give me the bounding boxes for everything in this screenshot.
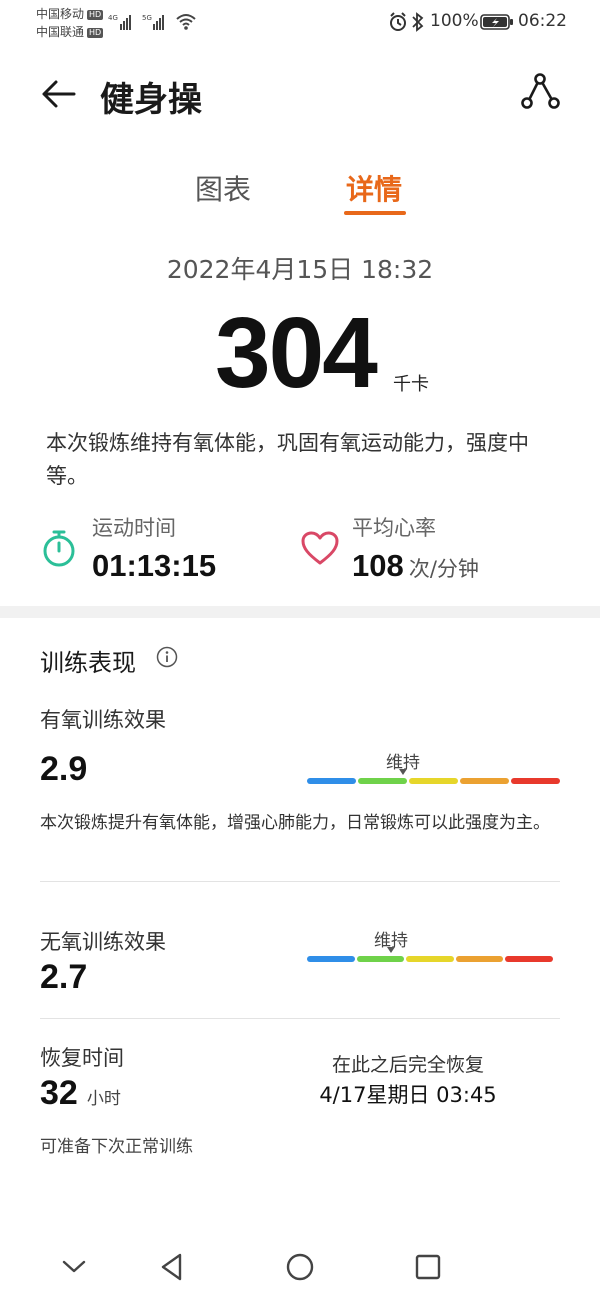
- nav-collapse-button[interactable]: [58, 1250, 90, 1282]
- battery-percent: 100%: [430, 11, 479, 31]
- recovery-readout: 32 小时: [40, 1074, 121, 1113]
- nav-back-button[interactable]: [156, 1250, 188, 1284]
- aerobic-description: 本次锻炼提升有氧体能，增强心肺能力，日常锻炼可以此强度为主。: [40, 813, 550, 833]
- calories-value: 304: [215, 297, 378, 409]
- route-button[interactable]: [518, 72, 562, 112]
- info-icon[interactable]: [156, 646, 178, 668]
- triangle-back-icon: [161, 1253, 182, 1281]
- heart-rate-unit: 次/分钟: [408, 557, 479, 581]
- net-label-1: 4G: [108, 14, 118, 22]
- aerobic-gauge: [307, 778, 560, 784]
- gauge-segment-red: [505, 956, 553, 962]
- heart-icon: [300, 530, 340, 566]
- full-recovery-label: 在此之后完全恢复: [331, 1054, 484, 1076]
- clock: 06:22: [518, 11, 567, 31]
- training-section-title: 训练表现: [40, 649, 136, 677]
- aerobic-label: 有氧训练效果: [40, 708, 166, 732]
- duration-label: 运动时间: [92, 516, 176, 540]
- stopwatch-icon: [40, 527, 78, 569]
- workout-datetime: 2022年4月15日 18:32: [166, 255, 434, 284]
- gauge-segment-yellow: [406, 956, 454, 962]
- battery-icon: [480, 13, 514, 31]
- section-divider: [0, 606, 600, 618]
- gauge-segment-red: [511, 778, 560, 784]
- signal-icon: 4G 5G: [108, 12, 168, 32]
- chevron-down-icon: [62, 1260, 86, 1273]
- full-recovery-time: 4/17星期日 03:45: [319, 1083, 497, 1107]
- gauge-segment-yellow: [409, 778, 458, 784]
- anaerobic-gauge-marker: [387, 947, 395, 953]
- alarm-icon: [388, 12, 408, 32]
- route-icon: [521, 73, 560, 109]
- gauge-segment-orange: [460, 778, 509, 784]
- divider-line: [40, 881, 560, 882]
- carrier-2: 中国联通 HD: [36, 25, 104, 39]
- page-title: 健身操: [100, 80, 202, 120]
- gauge-segment-orange: [455, 956, 504, 962]
- gauge-segment-green: [356, 956, 405, 962]
- wifi-icon: [175, 12, 197, 32]
- nav-home-button[interactable]: [284, 1251, 316, 1283]
- heart-rate-value: 108: [352, 548, 404, 583]
- recovery-unit: 小时: [86, 1089, 121, 1109]
- workout-description: 本次锻炼维持有氧体能，巩固有氧运动能力，强度中等。: [46, 431, 529, 488]
- tab-active-indicator: [344, 211, 406, 215]
- tab-details[interactable]: 详情: [346, 168, 402, 208]
- nav-recents-button[interactable]: [412, 1251, 444, 1283]
- circle-home-icon: [286, 1253, 314, 1281]
- gauge-segment-green: [358, 778, 407, 784]
- carrier-1: 中国移动 HD: [36, 7, 104, 21]
- back-arrow-icon: [42, 80, 76, 108]
- gauge-segment-blue: [307, 956, 355, 962]
- anaerobic-gauge: [307, 956, 553, 962]
- aerobic-gauge-marker: [399, 769, 407, 775]
- heart-rate-readout: 108 次/分钟: [352, 548, 479, 584]
- duration-value: 01:13:15: [92, 548, 217, 583]
- gauge-segment-blue: [307, 778, 356, 784]
- net-label-2: 5G: [142, 14, 152, 22]
- square-recents-icon: [415, 1254, 441, 1280]
- anaerobic-value: 2.7: [40, 958, 88, 996]
- aerobic-value: 2.9: [40, 750, 88, 788]
- divider-line: [40, 1018, 560, 1019]
- recovery-label: 恢复时间: [40, 1046, 124, 1070]
- tab-chart[interactable]: 图表: [195, 168, 251, 208]
- recovery-note: 可准备下次正常训练: [40, 1137, 193, 1157]
- anaerobic-label: 无氧训练效果: [40, 930, 166, 954]
- bluetooth-icon: [411, 12, 425, 32]
- back-button[interactable]: [38, 74, 80, 114]
- heart-rate-label: 平均心率: [352, 516, 436, 540]
- calories-unit: 千卡: [393, 374, 429, 395]
- recovery-value: 32: [40, 1074, 78, 1112]
